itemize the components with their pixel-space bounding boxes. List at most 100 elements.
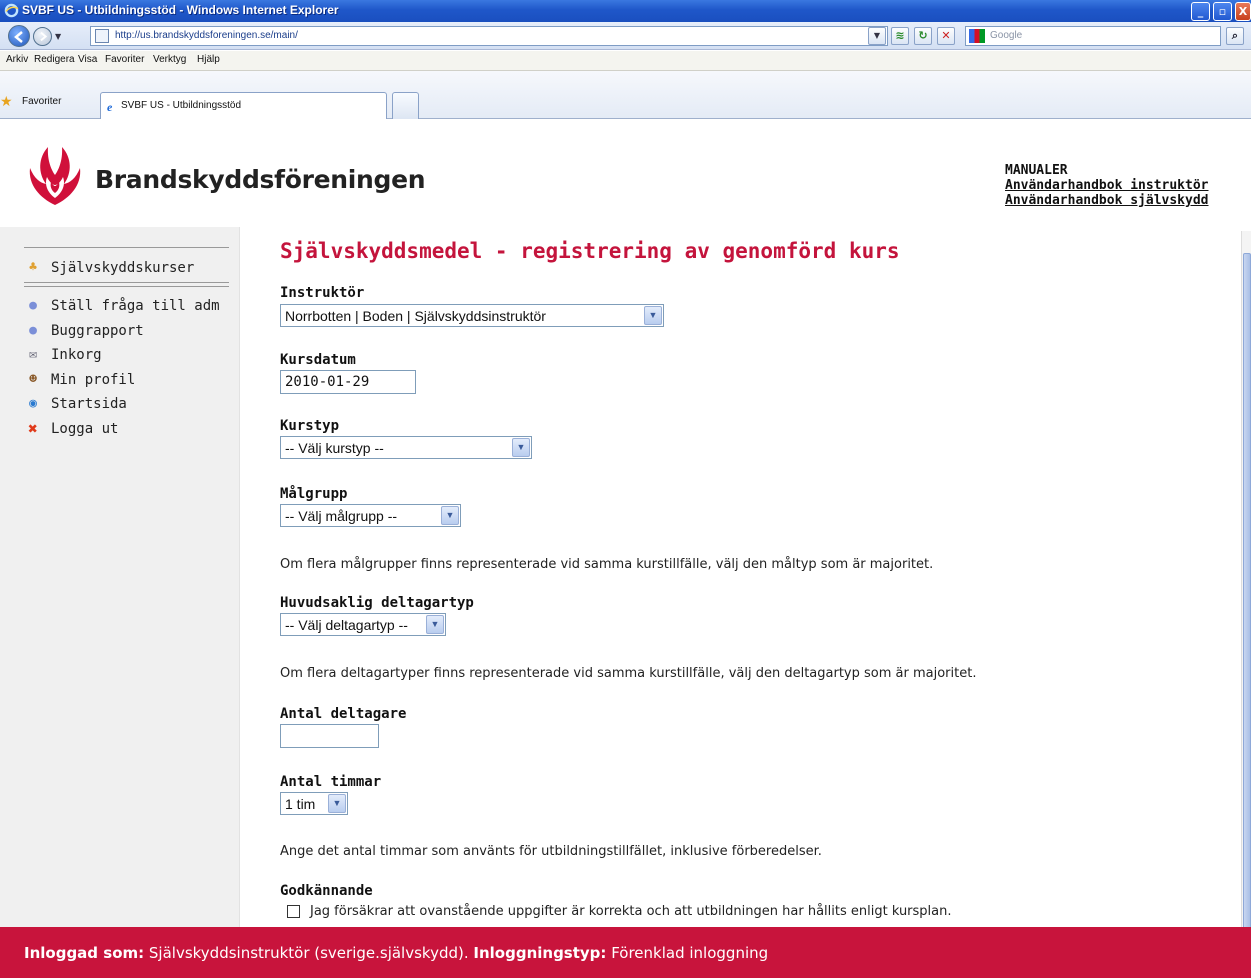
favorites-star-icon[interactable]: ★ bbox=[0, 94, 13, 110]
approval-checkbox[interactable] bbox=[287, 905, 300, 918]
hours-select[interactable]: 1 tim ▼ bbox=[280, 792, 348, 815]
login-status-bar: Inloggad som: Självskyddsinstruktör (sve… bbox=[0, 927, 1251, 978]
page-title: Självskyddsmedel - registrering av genom… bbox=[280, 239, 900, 263]
arrow-right-icon bbox=[40, 31, 48, 42]
user-icon: ☻ bbox=[29, 372, 37, 387]
maximize-button[interactable]: ▫ bbox=[1213, 2, 1232, 21]
course-date-value: 2010-01-29 bbox=[285, 374, 370, 390]
sidebar-item-label: Inkorg bbox=[51, 347, 102, 363]
menu-hjalp[interactable]: Hjälp bbox=[197, 54, 220, 65]
red-x-icon: ✖ bbox=[28, 419, 38, 438]
close-button[interactable]: X bbox=[1235, 2, 1251, 21]
course-type-select-value: -- Välj kurstyp -- bbox=[285, 440, 384, 456]
new-tab-button[interactable] bbox=[392, 92, 419, 119]
target-group-select[interactable]: -- Välj målgrupp -- ▼ bbox=[280, 504, 461, 527]
login-status-text: Inloggad som: Självskyddsinstruktör (sve… bbox=[24, 944, 768, 962]
chevron-down-icon: ▼ bbox=[426, 615, 444, 634]
participant-type-help: Om flera deltagartyper finns representer… bbox=[280, 666, 977, 681]
address-input[interactable]: http://us.brandskyddsforeningen.se/main/ bbox=[90, 26, 888, 46]
vertical-scrollbar[interactable] bbox=[1241, 231, 1251, 943]
brand-name: Brandskyddsföreningen bbox=[95, 165, 426, 194]
approval-label: Godkännande bbox=[280, 883, 373, 899]
chevron-down-icon: ▼ bbox=[644, 306, 662, 325]
menu-verktyg[interactable]: Verktyg bbox=[153, 54, 186, 65]
tab-ie-icon: e bbox=[107, 100, 113, 114]
manual-link-instructor[interactable]: Användarhandbok instruktör bbox=[1005, 178, 1209, 193]
sidebar-item-label: Startsida bbox=[51, 396, 127, 412]
participants-label: Antal deltagare bbox=[280, 706, 407, 722]
participant-type-label: Huvudsaklig deltagartyp bbox=[280, 595, 474, 611]
envelope-icon: ✉ bbox=[29, 347, 37, 362]
manuals-heading: MANUALER bbox=[1005, 163, 1068, 178]
logged-in-label: Inloggad som: bbox=[24, 944, 145, 962]
chevron-down-icon: ▼ bbox=[441, 506, 459, 525]
people-icon: ♣ bbox=[29, 260, 37, 275]
instructor-select-value: Norrbotten | Boden | Självskyddsinstrukt… bbox=[285, 308, 546, 324]
logged-in-value: Självskyddsinstruktör (sverige.självskyd… bbox=[148, 944, 469, 962]
google-icon bbox=[969, 29, 985, 43]
sidebar-item-label: Logga ut bbox=[51, 421, 119, 437]
menu-redigera[interactable]: Redigera bbox=[34, 54, 75, 65]
search-icon[interactable]: ⌕ bbox=[1226, 27, 1244, 45]
arrow-left-icon bbox=[14, 31, 23, 43]
menu-visa[interactable]: Visa bbox=[78, 54, 97, 65]
course-date-input[interactable]: 2010-01-29 bbox=[280, 370, 416, 394]
target-group-select-value: -- Välj målgrupp -- bbox=[285, 508, 398, 524]
course-type-select[interactable]: -- Välj kurstyp -- ▼ bbox=[280, 436, 532, 459]
speech-bubble-icon: ● bbox=[29, 298, 37, 313]
sidebar: ♣ Självskyddskurser ● Ställ fråga till a… bbox=[0, 227, 240, 927]
sidebar-item-startsida[interactable]: ◉ Startsida bbox=[25, 396, 127, 412]
compatibility-view-icon[interactable]: ≋ bbox=[891, 27, 909, 45]
window-titlebar: SVBF US - Utbildningsstöd - Windows Inte… bbox=[0, 0, 1251, 22]
sidebar-item-label: Självskyddskurser bbox=[51, 260, 195, 276]
back-button[interactable] bbox=[8, 25, 30, 47]
sidebar-divider bbox=[24, 282, 229, 283]
participant-type-select[interactable]: -- Välj deltagartyp -- ▼ bbox=[280, 613, 446, 636]
brand-logo-icon bbox=[29, 147, 81, 205]
login-type-value: Förenklad inloggning bbox=[611, 944, 769, 962]
url-text: http://us.brandskyddsforeningen.se/main/ bbox=[115, 30, 298, 41]
menu-favoriter[interactable]: Favoriter bbox=[105, 54, 144, 65]
tab-title: SVBF US - Utbildningsstöd bbox=[121, 100, 242, 111]
sidebar-divider bbox=[24, 247, 229, 248]
sidebar-item-min-profil[interactable]: ☻ Min profil bbox=[25, 372, 135, 388]
forward-button[interactable] bbox=[33, 27, 52, 46]
target-group-help: Om flera målgrupper finns representerade… bbox=[280, 557, 934, 572]
sidebar-item-stall-fraga[interactable]: ● Ställ fråga till adm bbox=[25, 298, 220, 314]
instructor-label: Instruktör bbox=[280, 285, 365, 301]
favorites-bar: ★ Favoriter e SVBF US - Utbildningsstöd bbox=[0, 71, 1251, 119]
manual-link-selfprotection[interactable]: Användarhandbok självskydd bbox=[1005, 193, 1209, 208]
sidebar-divider bbox=[24, 286, 229, 287]
search-input[interactable]: Google bbox=[965, 26, 1221, 46]
internet-explorer-icon bbox=[4, 3, 19, 18]
sidebar-item-buggrapport[interactable]: ● Buggrapport bbox=[25, 323, 144, 339]
sidebar-item-sjalvskyddskurser[interactable]: ♣ Självskyddskurser bbox=[25, 260, 194, 276]
menu-bar: Arkiv Redigera Visa Favoriter Verktyg Hj… bbox=[0, 51, 1251, 71]
minimize-button[interactable]: _ bbox=[1191, 2, 1210, 21]
browser-tab[interactable]: e SVBF US - Utbildningsstöd bbox=[100, 92, 387, 119]
instructor-select[interactable]: Norrbotten | Boden | Självskyddsinstrukt… bbox=[280, 304, 664, 327]
course-date-label: Kursdatum bbox=[280, 352, 356, 368]
sidebar-item-label: Min profil bbox=[51, 372, 136, 388]
participant-type-select-value: -- Välj deltagartyp -- bbox=[285, 617, 408, 633]
chevron-down-icon: ▼ bbox=[328, 794, 346, 813]
search-placeholder: Google bbox=[990, 30, 1023, 41]
manuals-box: MANUALER Användarhandbok instruktör Anvä… bbox=[1005, 163, 1209, 208]
page-icon bbox=[95, 29, 109, 43]
site-header: Brandskyddsföreningen MANUALER Användarh… bbox=[0, 119, 1251, 227]
sidebar-item-inkorg[interactable]: ✉ Inkorg bbox=[25, 347, 102, 363]
sidebar-item-logga-ut[interactable]: ✖ Logga ut bbox=[25, 419, 119, 438]
refresh-icon[interactable]: ↻ bbox=[914, 27, 932, 45]
participants-input[interactable] bbox=[280, 724, 379, 748]
menu-arkiv[interactable]: Arkiv bbox=[6, 54, 28, 65]
address-toolbar: ▼ http://us.brandskyddsforeningen.se/mai… bbox=[0, 22, 1251, 50]
scrollbar-thumb[interactable] bbox=[1243, 253, 1251, 943]
address-dropdown-icon[interactable]: ▼ bbox=[868, 27, 886, 45]
sidebar-item-label: Buggrapport bbox=[51, 323, 144, 339]
chevron-down-icon: ▼ bbox=[512, 438, 530, 457]
approval-checkbox-label[interactable]: Jag försäkrar att ovanstående uppgifter … bbox=[310, 904, 952, 919]
globe-icon: ◉ bbox=[29, 396, 37, 411]
history-dropdown-icon[interactable]: ▼ bbox=[55, 32, 61, 41]
stop-icon[interactable]: ✕ bbox=[937, 27, 955, 45]
favorites-button[interactable]: Favoriter bbox=[22, 96, 61, 107]
